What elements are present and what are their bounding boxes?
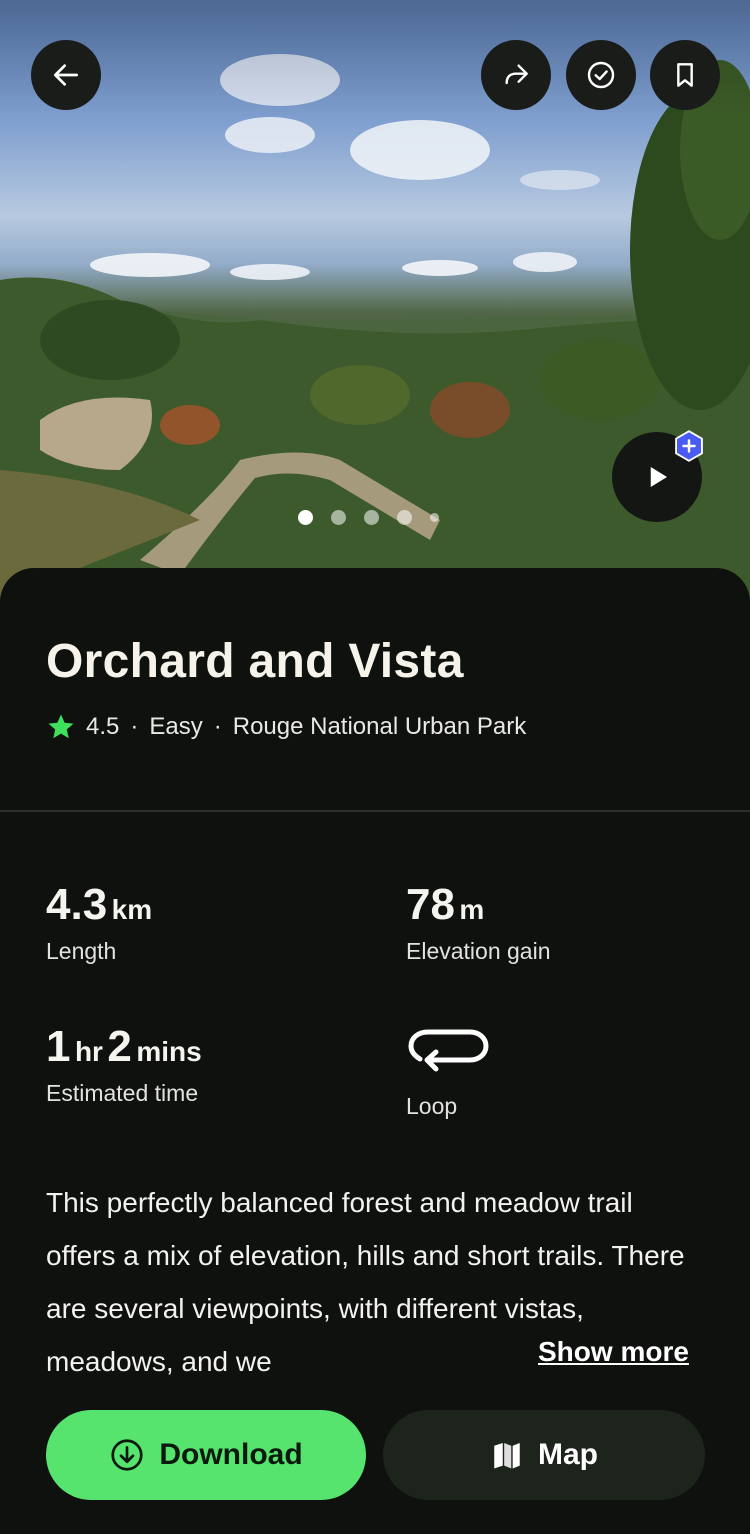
share-button[interactable]	[481, 40, 551, 110]
show-more-link[interactable]: Show more	[538, 1336, 689, 1368]
length-value: 4.3	[46, 880, 108, 929]
gallery-dot[interactable]	[430, 513, 439, 522]
length-unit: km	[111, 894, 153, 925]
loop-icon	[408, 1029, 489, 1072]
arrow-left-icon	[54, 64, 78, 86]
time-minutes-value: 2	[107, 1022, 132, 1071]
stat-route-type: Loop	[406, 1026, 490, 1120]
trail-rating: 4.5	[86, 713, 120, 740]
download-label: Download	[159, 1438, 303, 1471]
elevation-unit: m	[459, 894, 485, 925]
check-circle-icon	[587, 61, 615, 89]
play-icon	[650, 467, 667, 487]
gallery-dot[interactable]	[298, 510, 313, 525]
map-button[interactable]: Map	[383, 1410, 705, 1500]
trail-photo-gallery[interactable]	[0, 0, 750, 600]
trail-meta-row: 4.5 · Easy · Rouge National Urban Park	[46, 712, 526, 742]
elevation-value: 78	[406, 880, 455, 929]
plus-hexagon-icon	[675, 430, 703, 462]
bookmark-icon	[677, 63, 693, 87]
route-type-label: Loop	[406, 1093, 458, 1119]
elevation-label: Elevation gain	[406, 938, 551, 964]
time-hours-unit: hr	[74, 1036, 103, 1067]
gallery-dot[interactable]	[397, 510, 412, 525]
stat-estimated-time: 1 hr 2 mins Estimated time	[46, 1022, 202, 1107]
time-hours-value: 1	[46, 1022, 71, 1071]
trail-difficulty: Easy	[149, 713, 203, 740]
map-label: Map	[538, 1438, 598, 1471]
download-circle-icon	[111, 1439, 143, 1471]
stat-elevation-gain: 78 m Elevation gain	[406, 880, 551, 965]
top-bar-shade	[0, 0, 750, 118]
gallery-page-indicator[interactable]	[298, 510, 439, 525]
meta-separator: ·	[213, 713, 222, 740]
length-label: Length	[46, 938, 117, 964]
description-fade	[470, 1336, 540, 1386]
trail-park-link[interactable]: Rouge National Urban Park	[233, 713, 527, 741]
map-icon	[494, 1442, 520, 1469]
bookmark-button[interactable]	[650, 40, 720, 110]
time-label: Estimated time	[46, 1080, 199, 1106]
gallery-dot[interactable]	[364, 510, 379, 525]
trail-title: Orchard and Vista	[46, 635, 464, 688]
gallery-dot[interactable]	[331, 510, 346, 525]
stat-length: 4.3 km Length	[46, 880, 152, 965]
mark-completed-button[interactable]	[566, 40, 636, 110]
back-button[interactable]	[31, 40, 101, 110]
star-icon	[48, 714, 74, 739]
share-arrow-icon	[505, 64, 528, 85]
download-button[interactable]: Download	[46, 1410, 366, 1500]
meta-separator: ·	[130, 713, 139, 740]
section-divider	[0, 810, 750, 812]
time-minutes-unit: mins	[136, 1036, 202, 1067]
